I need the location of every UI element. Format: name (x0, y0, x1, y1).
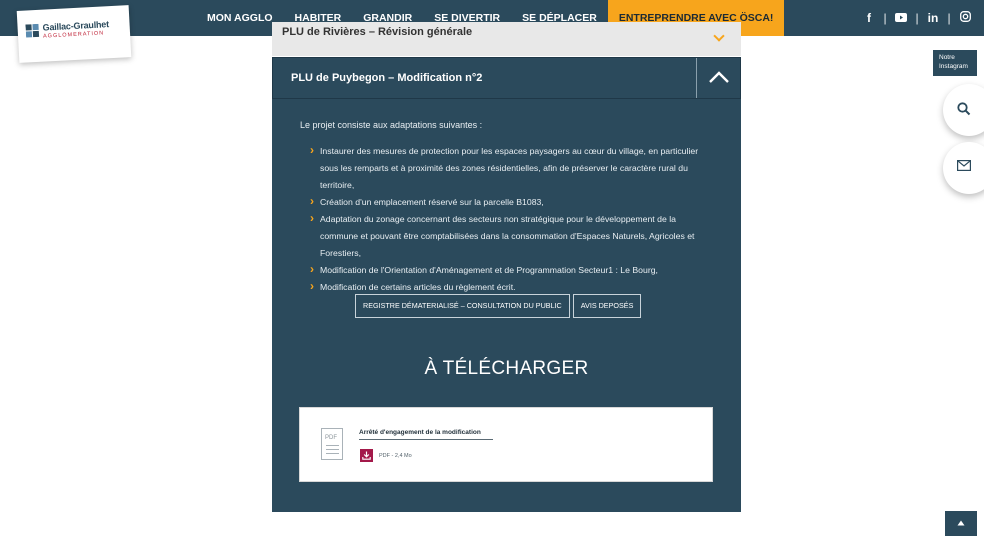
accordion-toggle[interactable] (696, 58, 740, 98)
nav-item-mon-agglo[interactable]: MON AGGLO (196, 0, 284, 36)
registry-button[interactable]: REGISTRE DÉMATERIALISÉ – CONSULTATION DU… (355, 294, 570, 318)
contact-button[interactable] (943, 142, 984, 194)
linkedin-icon[interactable]: in (922, 11, 944, 25)
download-button[interactable] (360, 449, 373, 462)
file-name-link[interactable]: Arrêté d'engagement de la modification (359, 429, 493, 440)
list-item: Adaptation du zonage concernant des sect… (310, 210, 714, 262)
search-button[interactable] (943, 84, 984, 136)
social-separator: | (915, 11, 919, 25)
accordion-previous-title: PLU de Rivières – Révision générale (282, 26, 473, 38)
site-logo[interactable]: Gaillac-Graulhet AGGLOMERATION (16, 5, 132, 63)
file-icon-line (326, 453, 339, 454)
file-meta: PDF - 2,4 Mo (379, 453, 412, 459)
accordion-header[interactable]: PLU de Puybegon – Modification n°2 (272, 57, 741, 99)
chevron-down-icon (713, 30, 725, 42)
youtube-icon[interactable] (890, 11, 912, 25)
facebook-icon[interactable]: f (858, 11, 880, 25)
chevron-up-icon (709, 71, 729, 83)
downloads-heading: À TÉLÉCHARGER (424, 358, 589, 379)
accordion-title: PLU de Puybegon – Modification n°2 (291, 72, 483, 84)
search-icon (957, 102, 971, 116)
accordion-previous[interactable]: PLU de Rivières – Révision générale (272, 22, 741, 56)
scroll-to-top-button[interactable] (945, 511, 977, 536)
download-icon (362, 451, 371, 460)
tooltip-line: Instagram (939, 63, 968, 70)
file-type-label: PDF (325, 435, 337, 441)
download-card: PDF Arrêté d'engagement de la modificati… (299, 407, 713, 482)
list-item: Instaurer des mesures de protection pour… (310, 142, 714, 194)
adaptation-list: Instaurer des mesures de protection pour… (310, 142, 714, 296)
chevron-up-icon (957, 520, 965, 526)
social-separator: | (883, 11, 887, 25)
logo-mark-icon (25, 23, 40, 38)
instagram-icon[interactable] (954, 11, 976, 25)
accordion-intro: Le projet consiste aux adaptations suiva… (300, 120, 483, 130)
pdf-file-icon: PDF (321, 428, 343, 460)
file-icon-line (326, 445, 339, 446)
social-separator: | (947, 11, 951, 25)
notices-button[interactable]: AVIS DEPOSÉS (572, 294, 642, 318)
tooltip-line: Notre (939, 54, 955, 61)
list-item: Modification de l'Orientation d'Aménagem… (310, 261, 714, 279)
mail-icon (957, 160, 971, 171)
action-buttons: REGISTRE DÉMATERIALISÉ – CONSULTATION DU… (355, 294, 642, 318)
file-icon-line (326, 449, 339, 450)
list-item: Création d'un emplacement réservé sur la… (310, 193, 714, 211)
accordion-body: Le projet consiste aux adaptations suiva… (272, 99, 741, 512)
instagram-tooltip: Notre Instagram (933, 50, 977, 76)
social-links: f | | in | (858, 0, 976, 36)
